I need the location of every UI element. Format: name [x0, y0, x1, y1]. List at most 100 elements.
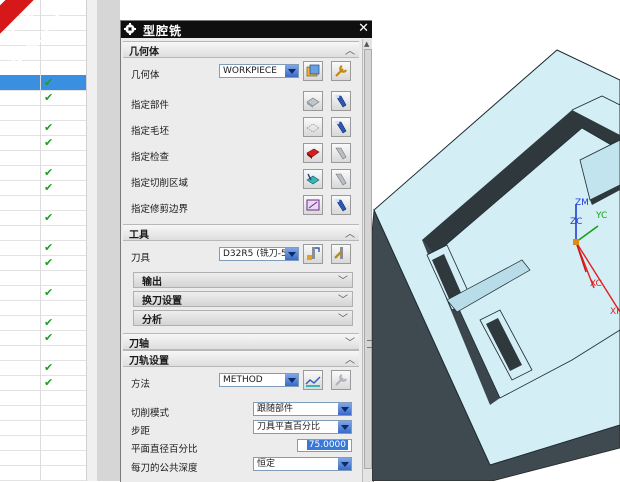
navigator-row[interactable] — [0, 420, 86, 436]
wrench-icon[interactable] — [331, 61, 351, 81]
flashlight-icon[interactable] — [331, 117, 351, 137]
section-tool-axis-title: 刀轴 — [129, 339, 149, 350]
navigator-row[interactable]: ✔ — [0, 375, 86, 391]
navigator-row[interactable] — [0, 300, 86, 316]
csys-zc-label: ZC — [570, 217, 582, 227]
specify-cut-area-button[interactable] — [303, 169, 323, 189]
chevron-down-icon — [338, 458, 351, 470]
tool-select[interactable]: D32R5 (铣刀-5 — [219, 247, 299, 261]
wrench-icon[interactable] — [331, 370, 351, 390]
watermark-logo: 9SUG 学UG就上UG网 — [0, 0, 86, 70]
depth-per-cut-label: 每刀的公共深度 — [131, 463, 198, 474]
navigator-row[interactable] — [0, 150, 86, 166]
cut-pattern-select[interactable]: 跟随部件 — [253, 402, 352, 416]
specify-check-label: 指定检查 — [131, 152, 170, 163]
specify-check-button[interactable] — [303, 143, 323, 163]
scroll-up-arrow-icon[interactable]: ▲ — [364, 40, 369, 48]
flashlight-icon[interactable] — [331, 195, 351, 215]
navigator-row[interactable] — [0, 195, 86, 211]
csys-xc-label: XC — [590, 279, 602, 289]
edit-geometry-button[interactable] — [303, 61, 323, 81]
checkmark-icon: ✔ — [44, 91, 54, 104]
geometry-value: WORKPIECE — [223, 66, 277, 76]
operation-navigator[interactable]: ✔ ✔ ✔ ✔ ✔ ✔ ✔ ✔ ✔ ✔ ✔ ✔ ✔ ✔ — [0, 0, 97, 481]
method-value: METHOD — [223, 375, 263, 385]
chevron-up-icon[interactable]: ︿ — [345, 351, 355, 366]
checkmark-icon: ✔ — [44, 136, 54, 149]
stepover-value: 刀具平直百分比 — [257, 422, 321, 432]
edit-tool-button[interactable] — [331, 244, 351, 264]
navigator-row[interactable]: ✔ — [0, 180, 86, 196]
specify-part-label: 指定部件 — [131, 100, 170, 111]
chevron-up-icon[interactable]: ︿ — [345, 42, 355, 57]
chevron-down-icon[interactable]: ﹀ — [338, 272, 348, 287]
new-tool-button[interactable] — [303, 244, 323, 264]
depth-per-cut-select[interactable]: 恒定 — [253, 457, 352, 471]
flashlight-icon[interactable] — [331, 169, 351, 189]
navigator-row[interactable] — [0, 270, 86, 286]
navigator-row[interactable]: ✔ — [0, 255, 86, 271]
navigator-row[interactable]: ✔ — [0, 165, 86, 181]
section-tool-title: 工具 — [129, 230, 149, 241]
checkmark-icon: ✔ — [44, 211, 54, 224]
navigator-row[interactable]: ✔ — [0, 90, 86, 106]
navigator-scrollbar[interactable] — [86, 0, 97, 481]
chevron-down-icon — [285, 374, 298, 386]
new-method-button[interactable] — [303, 370, 323, 390]
tool-label: 刀具 — [131, 253, 151, 264]
checkmark-icon: ✔ — [44, 121, 54, 134]
section-path-settings-header[interactable]: 刀轨设置 ︿ — [123, 350, 359, 367]
navigator-row[interactable] — [0, 105, 86, 121]
navigator-row[interactable] — [0, 450, 86, 466]
checkmark-icon: ✔ — [44, 76, 54, 89]
subsection-analysis[interactable]: 分析 ﹀ — [133, 310, 353, 326]
dialog-body: 几何体 ︿ 几何体 WORKPIECE 指定部件 指定毛坯 指定检查 指定切削区… — [123, 39, 361, 482]
subsection-output[interactable]: 输出 ﹀ — [133, 272, 353, 288]
chevron-down-icon[interactable]: ﹀ — [338, 291, 348, 306]
specify-part-button[interactable] — [303, 91, 323, 111]
stepover-select[interactable]: 刀具平直百分比 — [253, 420, 352, 434]
navigator-row[interactable] — [0, 435, 86, 451]
navigator-row[interactable]: ✔ — [0, 315, 86, 331]
geometry-select[interactable]: WORKPIECE — [219, 64, 299, 78]
navigator-row[interactable]: ✔ — [0, 330, 86, 346]
navigator-row[interactable]: ✔ — [0, 285, 86, 301]
specify-trim-boundary-label: 指定修剪边界 — [131, 204, 189, 215]
flashlight-icon[interactable] — [331, 143, 351, 163]
navigator-row[interactable] — [0, 465, 86, 481]
navigator-row[interactable]: ✔ — [0, 120, 86, 136]
stepover-label: 步距 — [131, 426, 151, 437]
navigator-row[interactable] — [0, 405, 86, 421]
navigator-row[interactable] — [0, 225, 86, 241]
flashlight-icon[interactable] — [331, 91, 351, 111]
chevron-down-icon[interactable]: ﹀ — [345, 334, 355, 349]
navigator-row[interactable]: ✔ — [0, 75, 86, 91]
geometry-label: 几何体 — [131, 70, 160, 81]
navigator-row[interactable] — [0, 345, 86, 361]
specify-trim-boundary-button[interactable] — [303, 195, 323, 215]
navigator-row[interactable]: ✔ — [0, 210, 86, 226]
navigator-row[interactable]: ✔ — [0, 240, 86, 256]
csys-yc-label: YC — [595, 211, 607, 221]
specify-blank-button[interactable] — [303, 117, 323, 137]
navigator-row[interactable]: ✔ — [0, 360, 86, 376]
diameter-percent-input[interactable]: 75.0000 — [297, 439, 352, 452]
chevron-down-icon[interactable]: ﹀ — [338, 310, 348, 325]
section-tool-header[interactable]: 工具 ︿ — [123, 224, 359, 241]
close-icon[interactable]: ✕ — [358, 21, 369, 36]
section-tool-axis-header[interactable]: 刀轴 ﹀ — [123, 333, 359, 350]
method-select[interactable]: METHOD — [219, 373, 299, 387]
navigator-row[interactable]: ✔ — [0, 135, 86, 151]
specify-blank-label: 指定毛坯 — [131, 126, 170, 137]
checkmark-icon: ✔ — [44, 256, 54, 269]
graphics-window[interactable]: ZM ZC YC XC XM — [372, 0, 620, 481]
panel-gap — [97, 0, 120, 481]
section-geometry-header[interactable]: 几何体 ︿ — [123, 41, 359, 58]
scroll-thumb[interactable] — [364, 49, 372, 469]
navigator-row[interactable] — [0, 390, 86, 406]
chevron-down-icon — [338, 421, 351, 433]
depth-per-cut-value: 恒定 — [257, 459, 276, 469]
chevron-up-icon[interactable]: ︿ — [345, 225, 355, 240]
subsection-tool-change[interactable]: 换刀设置 ﹀ — [133, 291, 353, 307]
dialog-titlebar[interactable]: 型腔铣 ✕ — [121, 21, 373, 38]
